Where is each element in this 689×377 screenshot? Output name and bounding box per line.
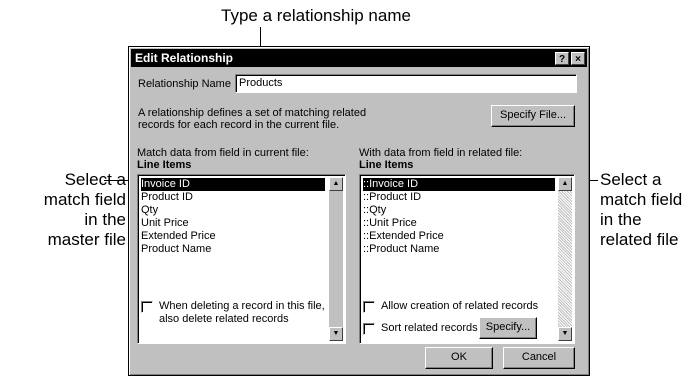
delete-related-checkbox[interactable] [141, 301, 153, 313]
right-list-title: Line Items [359, 159, 414, 171]
sort-related-checkbox[interactable] [363, 323, 375, 335]
list-item[interactable]: Unit Price [141, 217, 189, 230]
scroll-down-icon[interactable]: ▼ [558, 327, 572, 341]
close-button[interactable]: × [571, 52, 585, 65]
callout-right-line-4: related file [600, 230, 679, 249]
related-file-field-list[interactable]: ::Invoice ID ::Product ID ::Qty ::Unit P… [359, 174, 575, 344]
scroll-up-icon[interactable]: ▲ [329, 177, 343, 191]
relationship-name-label: Relationship Name [138, 78, 231, 90]
callout-right-line-1: Select a [600, 170, 662, 189]
list-item[interactable]: ::Product Name [363, 243, 439, 256]
specify-file-button[interactable]: Specify File... [491, 105, 575, 127]
edit-relationship-dialog: Edit Relationship ? × Relationship Name … [128, 46, 590, 376]
list-item[interactable]: ::Unit Price [363, 217, 417, 230]
dialog-title: Edit Relationship [135, 51, 234, 65]
description-line-2: records for each record in the current f… [138, 119, 340, 131]
scroll-down-icon[interactable]: ▼ [329, 327, 343, 341]
sort-related-label: Sort related records [381, 322, 478, 334]
callout-right-line-2: match field [600, 190, 683, 209]
callout-left-line-4: master file [47, 230, 126, 249]
list-item[interactable]: Extended Price [141, 230, 216, 243]
specify-sort-button[interactable]: Specify... [479, 317, 537, 339]
list-item[interactable]: ::Qty [363, 204, 386, 217]
cancel-button[interactable]: Cancel [503, 347, 575, 369]
callout-right: Select a match field in the related file [600, 170, 688, 250]
list-item[interactable]: Product ID [141, 191, 193, 204]
relationship-name-field[interactable]: Products [235, 74, 577, 93]
left-list-title: Line Items [137, 159, 192, 171]
delete-related-label-line-1: When deleting a record in this file, [159, 300, 325, 312]
callout-left: Select a match field in the master file [30, 170, 126, 250]
callout-left-line-3: in the [84, 210, 126, 229]
callout-left-line-2: match field [43, 190, 126, 209]
list-item[interactable]: Qty [141, 204, 158, 217]
delete-related-label-line-2: also delete related records [159, 313, 289, 325]
list-item[interactable]: ::Product ID [363, 191, 421, 204]
right-list-scrollbar[interactable]: ▲ ▼ [558, 177, 572, 341]
left-list-scrollbar[interactable]: ▲ ▼ [329, 177, 343, 341]
dialog-titlebar[interactable]: Edit Relationship ? × [131, 49, 587, 67]
scroll-up-icon[interactable]: ▲ [558, 177, 572, 191]
allow-creation-checkbox[interactable] [363, 301, 375, 313]
list-item[interactable]: Product Name [141, 243, 211, 256]
list-item[interactable]: ::Invoice ID [363, 178, 555, 191]
list-item[interactable]: Invoice ID [141, 178, 325, 191]
callout-top: Type a relationship name [221, 6, 411, 25]
help-button[interactable]: ? [555, 52, 569, 65]
allow-creation-label: Allow creation of related records [381, 300, 539, 312]
ok-button[interactable]: OK [425, 347, 493, 369]
callout-right-line-3: in the [600, 210, 642, 229]
list-item[interactable]: ::Extended Price [363, 230, 444, 243]
